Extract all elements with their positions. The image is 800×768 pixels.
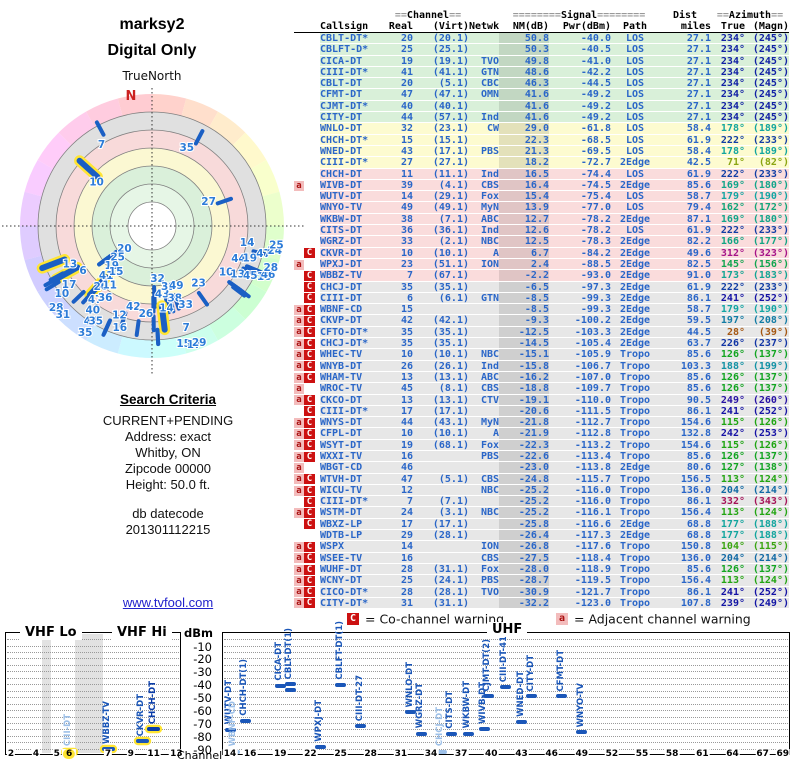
channel-tick: 31	[393, 749, 409, 759]
channel-tick: 40	[484, 749, 499, 759]
station-label: CHCH-DT(1)	[239, 659, 250, 716]
station-bar	[478, 726, 490, 731]
dbm-tick-label: -20	[193, 652, 212, 667]
station-label: CITS-DT	[445, 690, 456, 729]
station-bar	[482, 694, 494, 699]
dbm-tick-label: -10	[193, 639, 212, 654]
channel-tick: 11	[146, 749, 161, 759]
station-bar	[335, 682, 347, 687]
station-label: WBBZ-TV	[102, 701, 112, 745]
channel-tick: 37	[453, 749, 469, 759]
dbm-tick-label: -80	[193, 729, 212, 744]
station-label: CIII-DT	[63, 714, 74, 747]
station-bar	[147, 726, 161, 731]
station-label: CIII-DT-41	[499, 635, 510, 682]
station-bar	[576, 729, 588, 734]
station-label: CIII-DT-27	[354, 675, 365, 722]
station-label: WPXJ-DT	[314, 700, 325, 742]
channel-tick: 58	[664, 749, 680, 759]
channel-tick: 34	[423, 749, 439, 759]
channel-tick: 7	[103, 749, 113, 759]
channel-tick: 43	[514, 749, 529, 759]
station-label: CITY-DT	[525, 654, 536, 692]
channel-tick: 52	[604, 749, 620, 759]
dbm-tick-label: -30	[193, 665, 212, 680]
channel-tick: 61	[695, 749, 710, 759]
dbm-tick-label: -60	[193, 704, 212, 718]
tvfool-report: marksy2 Digital Only 20 25 19 41 20 47 40 44 32 1…	[0, 0, 800, 768]
station-label: WKBW-DT	[462, 681, 473, 729]
station-bar	[135, 739, 149, 744]
channel-tick: 5	[52, 749, 61, 759]
channel-tick: 6	[62, 749, 77, 759]
channel-tick: 67	[755, 749, 770, 759]
station-label: WGRZ-DT	[415, 683, 425, 729]
station-label: CBLFT-DT(1)	[334, 621, 345, 680]
station-bar	[462, 731, 474, 736]
dbm-tick-label: -40	[193, 678, 212, 693]
station-bar	[284, 682, 296, 687]
channel-tick: 4	[31, 749, 41, 759]
channel-tick: 9	[126, 749, 135, 759]
station-bar	[415, 731, 427, 736]
station-label: CHCH-DT	[147, 680, 158, 724]
station-bar	[516, 720, 527, 725]
dbm-axis-label: dBm	[184, 626, 213, 640]
station-bar	[445, 731, 457, 736]
channel-tick: 19	[273, 749, 288, 759]
channel-tick: 64	[725, 749, 740, 759]
channel-tick: 55	[634, 749, 650, 759]
channel-tick: 25	[333, 749, 348, 759]
band-charts-layer: -10 -20 -30 -40 -50 -60 -70 -80 -90 CIII-DT WBBZ-T…	[0, 0, 800, 768]
station-label: CBLT-DT(1)	[284, 627, 295, 680]
vhf-hi-band-label: VHF Hi	[112, 625, 172, 640]
station-label: CJMT-DT(2)	[482, 638, 493, 692]
channel-tick: 14	[222, 749, 238, 759]
channel-tick: 46	[544, 749, 559, 759]
station-bar	[556, 694, 568, 699]
station-label: CFMT-DT	[555, 649, 566, 692]
uhf-band-label: UHF	[487, 622, 528, 637]
vhf-lo-band-label: VHF Lo	[20, 625, 82, 640]
dbm-tick-label: -50	[193, 691, 212, 706]
station-label: WNYO-TV	[575, 682, 586, 727]
channel-tick: 16	[242, 749, 258, 759]
station-bar	[239, 719, 251, 723]
channel-axis-label: Channel	[177, 749, 223, 762]
station-bar	[284, 688, 296, 692]
channel-tick: 49	[574, 749, 590, 759]
channel-tick: 2	[6, 749, 16, 759]
station-bar	[499, 685, 511, 689]
dbm-tick-label: -70	[193, 716, 212, 731]
channel-tick: 22	[303, 749, 318, 759]
station-bar	[526, 694, 537, 699]
station-bar	[355, 724, 367, 729]
channel-tick: 69	[775, 749, 791, 759]
channel-tick: 28	[363, 749, 378, 759]
